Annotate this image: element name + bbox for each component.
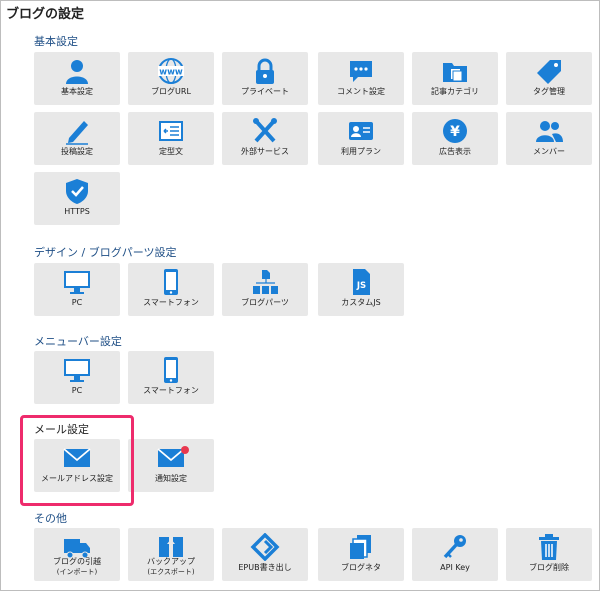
tile-template-text[interactable]: 定型文 [128, 112, 214, 165]
highlight-box [20, 415, 134, 506]
users-icon [536, 121, 563, 142]
tile-menubar-pc[interactable]: PC [34, 351, 120, 404]
notification-badge [181, 446, 189, 454]
tile-label: PC [71, 298, 83, 307]
tile-label: ブログの引越 (インポート) [53, 557, 101, 576]
tile-label: 定型文 [159, 147, 183, 156]
tile-design-pc[interactable]: PC [34, 263, 120, 316]
tile-label: PC [71, 386, 83, 395]
tile-usage-plan[interactable]: 利用プラン [318, 112, 404, 165]
section-title-design: デザイン / ブログパーツ設定 [34, 246, 177, 259]
tile-label: HTTPS [64, 207, 90, 216]
page-title: ブログの設定 [6, 7, 85, 22]
svg-text:JS: JS [356, 281, 366, 291]
tile-epub-export[interactable]: EPUB書き出し [222, 528, 308, 581]
tools-icon [253, 118, 277, 143]
tile-label: カスタムJS [341, 298, 381, 307]
tile-label: ブログパーツ [241, 298, 289, 307]
tile-blog-url[interactable]: www ブログURL [128, 52, 214, 105]
tile-label: バックアップ (エクスポート) [147, 557, 195, 576]
svg-text:www: www [159, 68, 183, 78]
tile-label: ブログ削除 [529, 563, 569, 572]
tile-external-services[interactable]: 外部サービス [222, 112, 308, 165]
smartphone-icon [164, 269, 178, 295]
user-icon [66, 60, 88, 84]
monitor-icon [64, 271, 90, 294]
tile-label: ブログURL [151, 87, 191, 96]
tile-notification-settings[interactable]: 通知設定 [128, 439, 214, 492]
key-icon [443, 535, 466, 559]
tile-label: EPUB書き出し [238, 563, 292, 572]
tile-https[interactable]: HTTPS [34, 172, 120, 225]
blog-parts-icon [253, 270, 278, 294]
tile-tag-management[interactable]: タグ管理 [506, 52, 592, 105]
tile-design-smartphone[interactable]: スマートフォン [128, 263, 214, 316]
shield-check-icon [66, 179, 88, 204]
section-title-menubar: メニューバー設定 [34, 335, 122, 348]
tile-label: 基本設定 [61, 87, 93, 96]
tile-label: 外部サービス [241, 147, 289, 156]
tile-menubar-smartphone[interactable]: スマートフォン [128, 351, 214, 404]
tile-label: プライベート [241, 87, 289, 96]
tile-ad-display[interactable]: ¥ 広告表示 [412, 112, 498, 165]
tile-label: スマートフォン [143, 386, 199, 395]
tile-label: 通知設定 [155, 474, 187, 483]
svg-text:¥: ¥ [450, 124, 460, 140]
tile-label: 投稿設定 [61, 147, 93, 156]
stacked-pages-icon [350, 535, 371, 559]
tile-blog-topics[interactable]: ブログネタ [318, 528, 404, 581]
tile-post-settings[interactable]: 投稿設定 [34, 112, 120, 165]
tile-label: コメント設定 [337, 87, 385, 96]
tile-private[interactable]: プライベート [222, 52, 308, 105]
tile-label: メンバー [533, 147, 565, 156]
tile-members[interactable]: メンバー [506, 112, 592, 165]
id-card-icon [349, 122, 373, 140]
tile-label: 記事カテゴリ [431, 87, 479, 96]
yen-coin-icon: ¥ [443, 119, 467, 143]
tile-blog-import[interactable]: ブログの引越 (インポート) [34, 528, 120, 581]
monitor-icon [64, 359, 90, 382]
comment-icon [350, 61, 372, 82]
tile-label: 広告表示 [439, 147, 471, 156]
pencil-icon [66, 121, 88, 145]
tile-custom-js[interactable]: JS カスタムJS [318, 263, 404, 316]
tile-label: ブログネタ [341, 563, 381, 572]
tile-blog-parts[interactable]: ブログパーツ [222, 263, 308, 316]
tile-api-key[interactable]: API Key [412, 528, 498, 581]
lock-icon [256, 58, 274, 84]
tag-icon [537, 60, 561, 84]
tile-delete-blog[interactable]: ブログ削除 [506, 528, 592, 581]
tile-backup-export[interactable]: バックアップ (エクスポート) [128, 528, 214, 581]
smartphone-icon [164, 357, 178, 383]
section-title-other: その他 [34, 512, 67, 525]
js-file-icon: JS [353, 269, 370, 295]
tile-label: スマートフォン [143, 298, 199, 307]
section-title-basic: 基本設定 [34, 35, 78, 48]
tile-label: 利用プラン [341, 147, 381, 156]
tile-comment-settings[interactable]: コメント設定 [318, 52, 404, 105]
tile-basic-settings[interactable]: 基本設定 [34, 52, 120, 105]
tile-article-category[interactable]: 記事カテゴリ [412, 52, 498, 105]
tile-label: API Key [440, 563, 470, 572]
epub-icon [250, 533, 280, 561]
template-icon [159, 121, 183, 141]
globe-www-icon: www [158, 58, 184, 84]
tile-label: タグ管理 [533, 87, 565, 96]
folder-icon [443, 63, 467, 82]
trash-icon [539, 534, 559, 560]
